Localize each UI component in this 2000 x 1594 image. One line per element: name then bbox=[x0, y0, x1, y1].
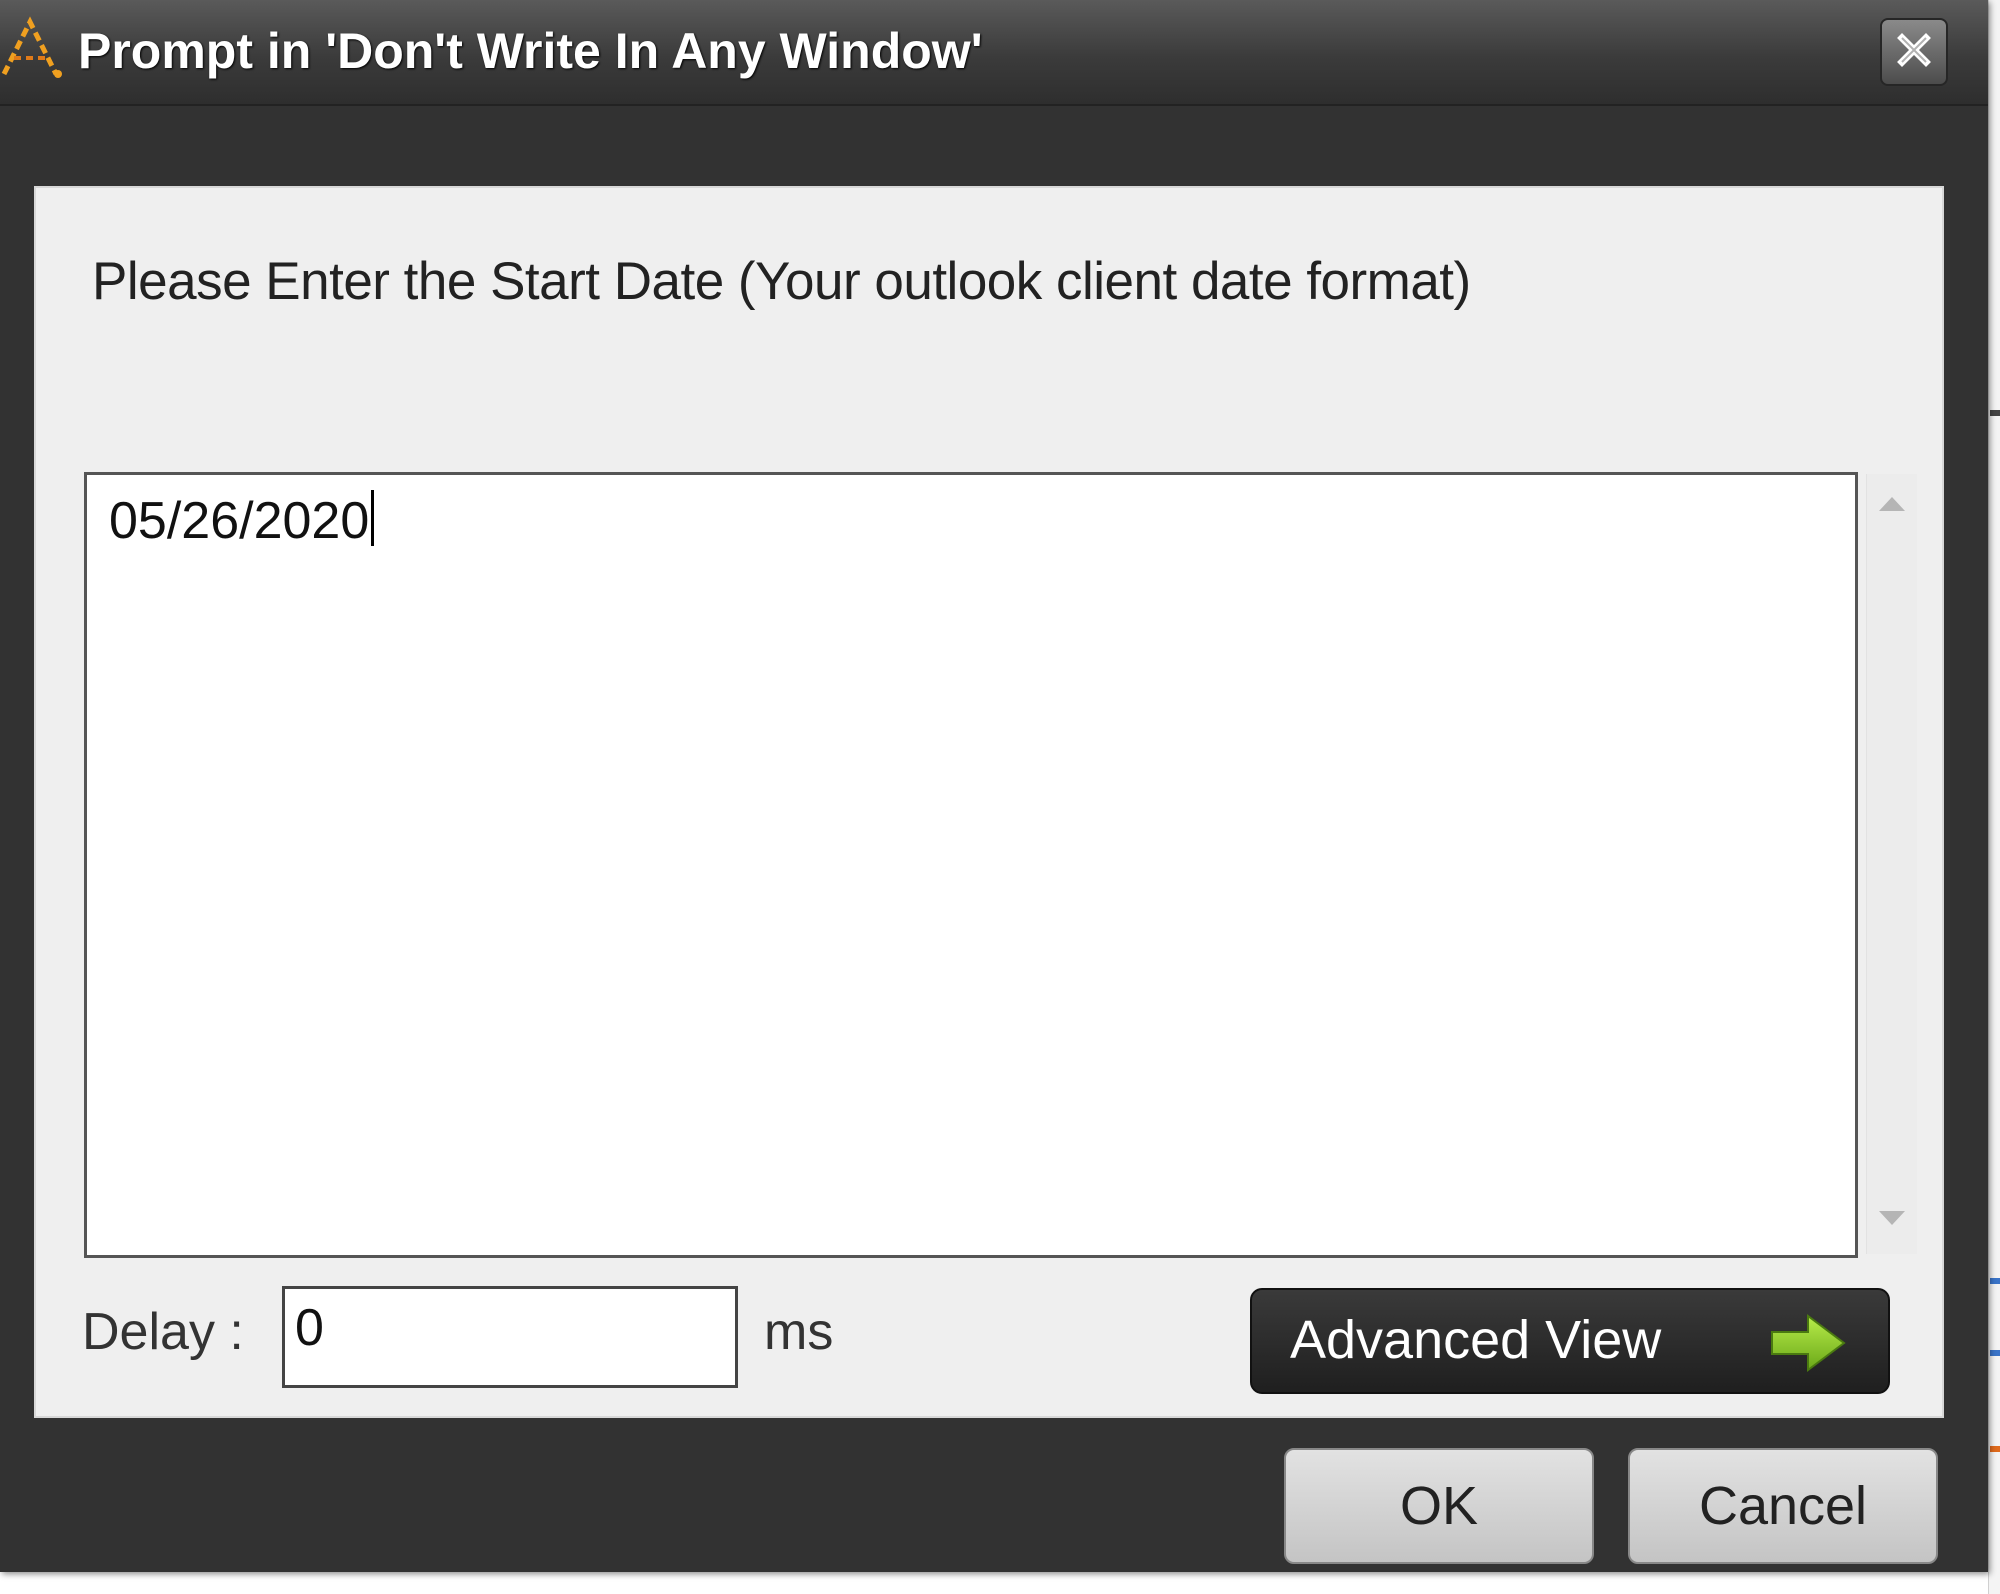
textarea-scrollbar[interactable] bbox=[1866, 474, 1917, 1254]
scroll-up-arrow-icon[interactable] bbox=[1877, 488, 1907, 518]
ok-button[interactable]: OK bbox=[1284, 1448, 1594, 1564]
start-date-value: 05/26/2020 bbox=[109, 492, 370, 550]
delay-input[interactable] bbox=[282, 1286, 738, 1388]
cancel-button[interactable]: Cancel bbox=[1628, 1448, 1938, 1564]
background-mark bbox=[1990, 410, 2000, 416]
background-mark bbox=[1990, 1446, 2000, 1452]
right-arrow-icon bbox=[1768, 1312, 1848, 1374]
prompt-dialog: Prompt in 'Don't Write In Any Window' Pl… bbox=[0, 0, 1988, 1572]
background-mark bbox=[1990, 1278, 2000, 1284]
text-caret bbox=[371, 490, 375, 546]
background-mark bbox=[1990, 1350, 2000, 1356]
delay-label: Delay : bbox=[82, 1303, 244, 1361]
start-date-textarea[interactable]: 05/26/2020 bbox=[84, 472, 1858, 1258]
advanced-view-label: Advanced View bbox=[1290, 1310, 1662, 1370]
close-button[interactable] bbox=[1880, 18, 1948, 86]
dialog-titlebar[interactable]: Prompt in 'Don't Write In Any Window' bbox=[0, 0, 1988, 106]
dialog-title: Prompt in 'Don't Write In Any Window' bbox=[78, 23, 983, 79]
advanced-view-button[interactable]: Advanced View bbox=[1250, 1288, 1890, 1394]
scroll-down-arrow-icon[interactable] bbox=[1877, 1204, 1907, 1234]
delay-unit-label: ms bbox=[764, 1303, 834, 1361]
app-logo-icon bbox=[0, 14, 64, 84]
close-icon bbox=[1894, 30, 1934, 75]
prompt-panel: Please Enter the Start Date (Your outloo… bbox=[34, 186, 1944, 1418]
screen: Prompt in 'Don't Write In Any Window' Pl… bbox=[0, 0, 2000, 1594]
prompt-label: Please Enter the Start Date (Your outloo… bbox=[92, 252, 1471, 311]
